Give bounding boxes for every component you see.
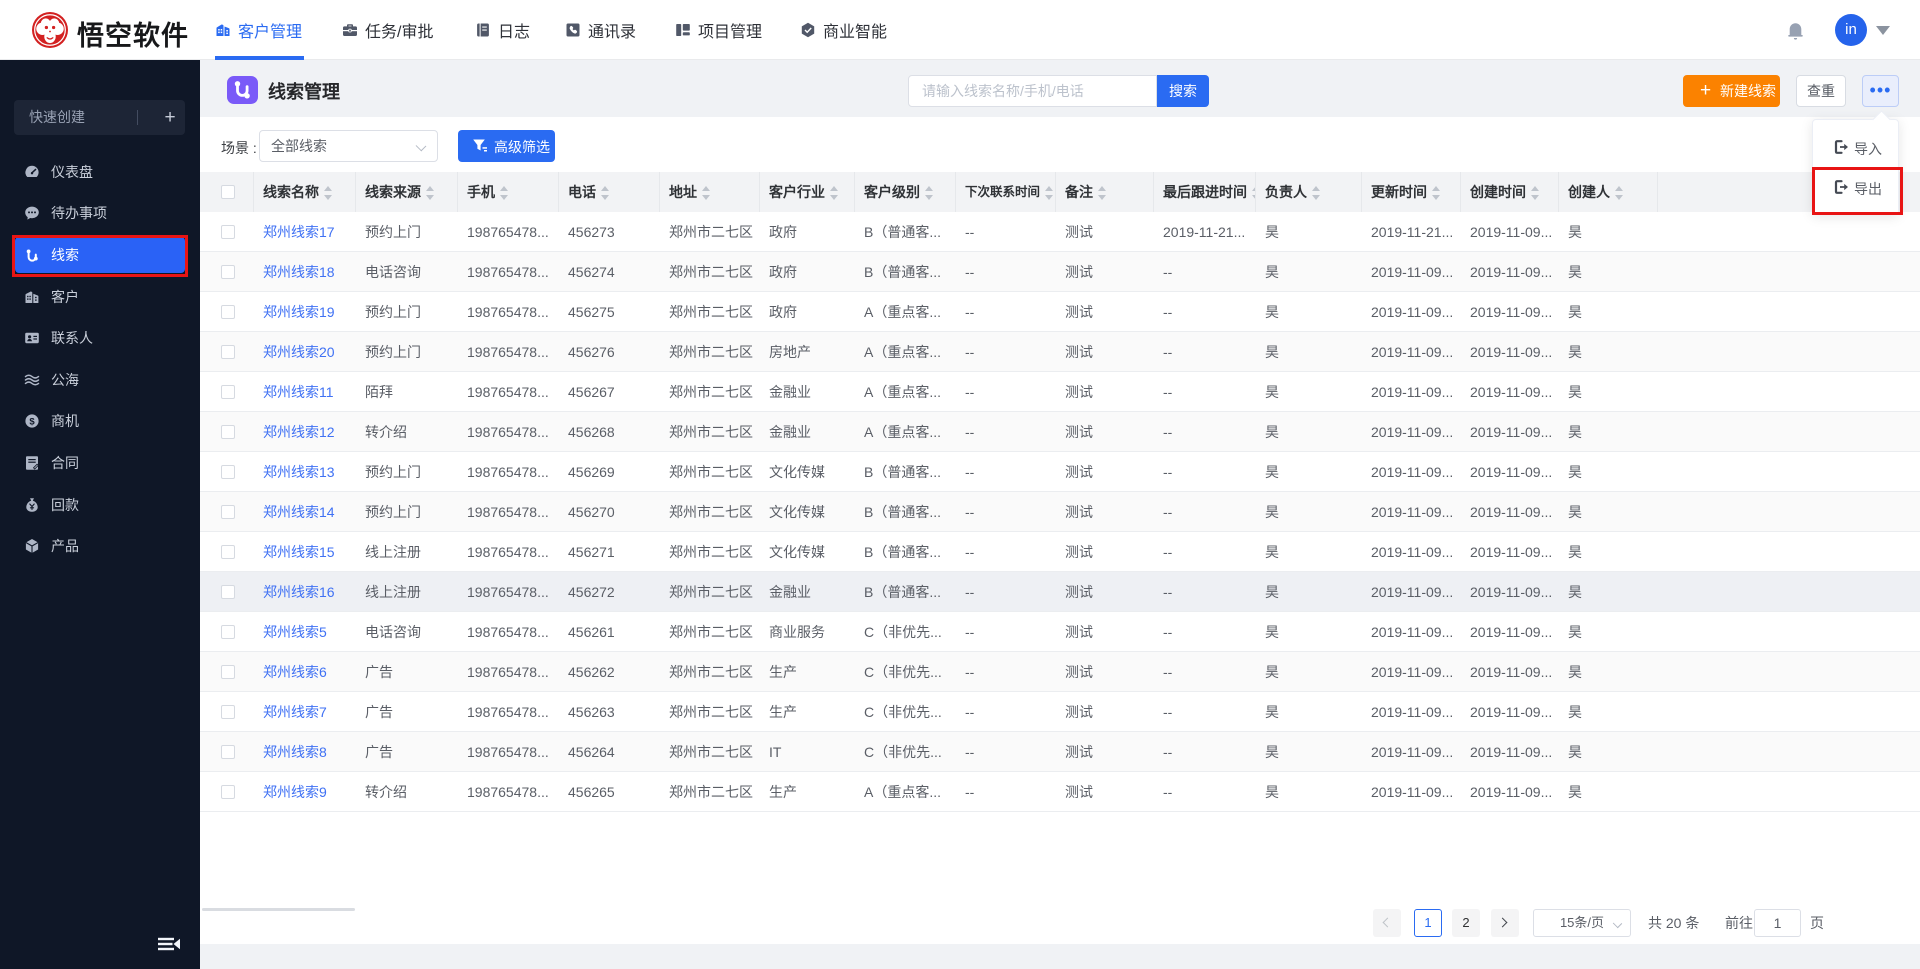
svg-text:$: $ <box>29 417 35 428</box>
